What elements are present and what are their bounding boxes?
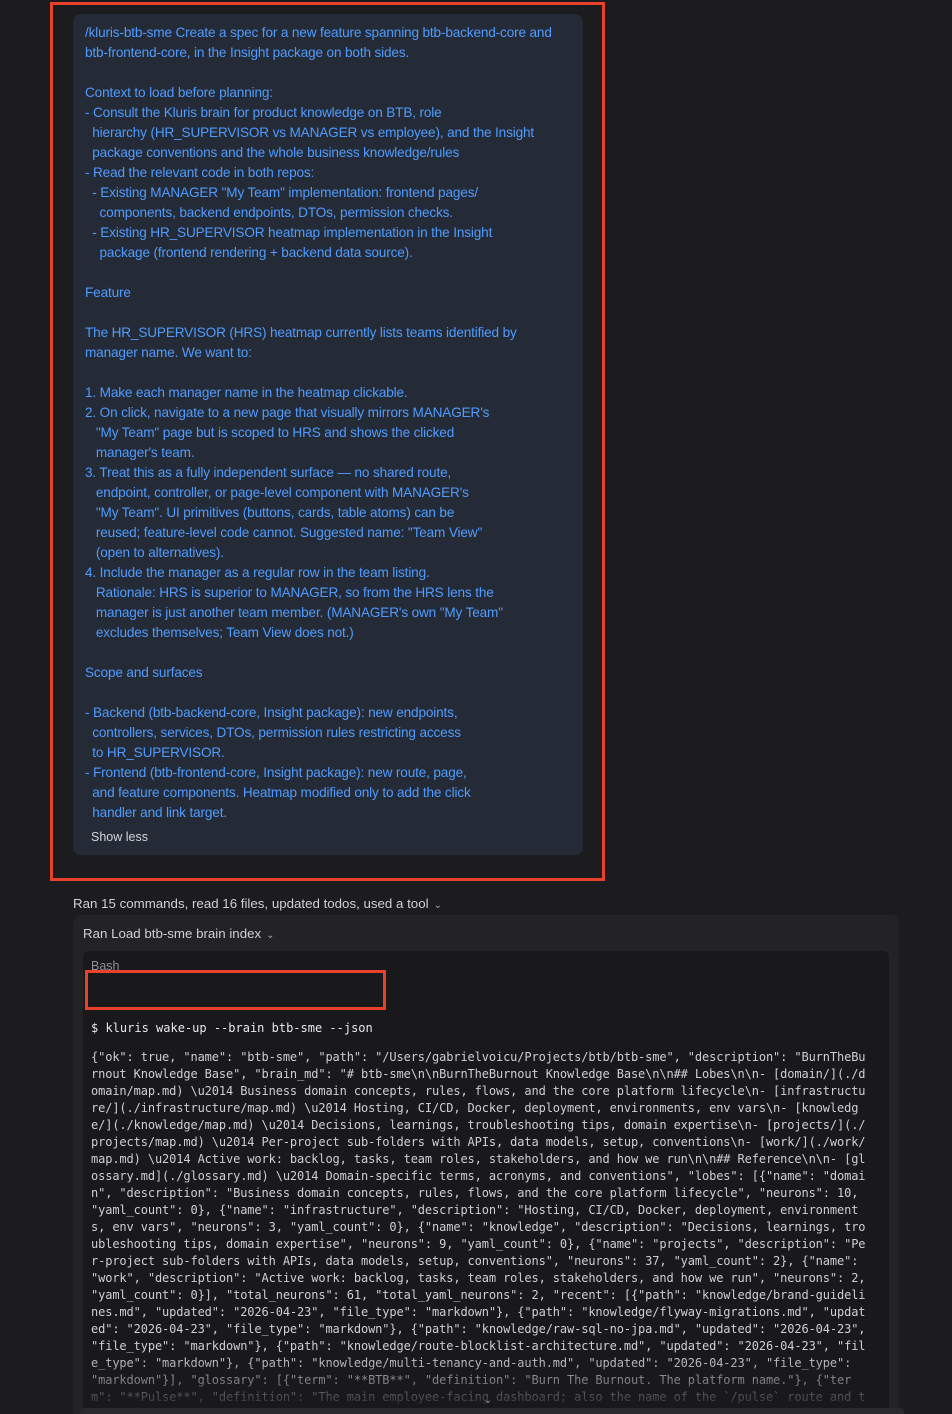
output-line: nes.md", "updated": "2026-04-23", "file_… [91,1305,866,1319]
activity-summary-label: Ran 15 commands, read 16 files, updated … [73,896,429,911]
message-line: manager name. We want to: [85,345,252,360]
message-line [85,63,571,83]
message-line: - Consult the Kluris brain for product k… [85,105,442,120]
output-line: r-project sub-folders with APIs, data mo… [91,1254,859,1268]
message-line: - Existing HR_SUPERVISOR heatmap impleme… [85,225,493,240]
tool-call-toggle[interactable]: Ran Load btb-sme brain index ⌄ [83,925,275,945]
message-line: 1. Make each manager name in the heatmap… [85,385,408,400]
message-line: "My Team". UI primitives (buttons, cards… [85,505,455,520]
output-line: "yaml_count": 0}], "total_neurons": 61, … [91,1288,866,1302]
expand-output-chevron-icon[interactable]: ⌄ [481,1394,495,1408]
message-line: Context to load before planning: [85,85,273,100]
message-line: 3. Treat this as a fully independent sur… [85,465,452,480]
message-line: "My Team" page but is scoped to HRS and … [85,425,455,440]
output-line: s, env vars", "neurons": 3, "yaml_count"… [91,1220,866,1234]
message-line: Feature [85,285,131,300]
tool-call-title: Ran Load btb-sme brain index [83,926,262,941]
activity-summary-toggle[interactable]: Ran 15 commands, read 16 files, updated … [73,895,442,915]
output-line: ossary.md](./glossary.md) \u2014 Domain-… [91,1169,866,1183]
highlight-box-command [85,970,386,1010]
output-line: ubleshooting tips, domain expertise", "n… [91,1237,866,1251]
chevron-down-icon: ⌄ [266,930,275,941]
message-line: hierarchy (HR_SUPERVISOR vs MANAGER vs e… [85,125,535,140]
output-line: omain/map.md) \u2014 Business domain con… [91,1084,866,1098]
message-line: - Existing MANAGER "My Team" implementat… [85,185,478,200]
message-line: Scope and surfaces [85,665,203,680]
message-line: controllers, services, DTOs, permission … [85,725,461,740]
output-line: re/](./infrastructure/map.md) \u2014 Hos… [91,1101,859,1115]
output-line: e/](./knowledge/map.md) \u2014 Decisions… [91,1118,866,1132]
message-line: to HR_SUPERVISOR. [85,745,225,760]
output-line: projects/map.md) \u2014 Per-project sub-… [91,1135,866,1149]
message-line: manager's team. [85,445,195,460]
composer-edge [80,1408,904,1414]
bash-output-panel[interactable]: Bash $ kluris wake-up --brain btb-sme --… [83,951,889,1414]
message-line: components, backend endpoints, DTOs, per… [85,205,454,220]
output-line: ed": "2026-04-23", "file_type": "markdow… [91,1322,866,1336]
output-line: "yaml_count": 0}, {"name": "infrastructu… [91,1203,859,1217]
message-line: manager is just another team member. (MA… [85,605,503,620]
show-less-button[interactable]: Show less [91,829,148,845]
message-line: endpoint, controller, or page-level comp… [85,485,469,500]
message-line: - Backend (btb-backend-core, Insight pac… [85,705,458,720]
message-line: Rationale: HRS is superior to MANAGER, s… [85,585,494,600]
message-line: - Read the relevant code in both repos: [85,165,315,180]
output-line: rnout Knowledge Base", "brain_md": "# bt… [91,1067,866,1081]
output-line: n", "description": "Business domain conc… [91,1186,859,1200]
message-line: 2. On click, navigate to a new page that… [85,405,490,420]
output-line: map.md) \u2014 Active work: backlog, tas… [91,1152,866,1166]
message-line [85,683,571,703]
message-line: (open to alternatives). [85,545,224,560]
message-line: reused; feature-level code cannot. Sugge… [85,525,483,540]
message-line: btb-frontend-core, in the Insight packag… [85,45,410,60]
message-line: package (frontend rendering + backend da… [85,245,413,260]
message-line [85,643,571,663]
message-line: The HR_SUPERVISOR (HRS) heatmap currentl… [85,325,517,340]
chevron-down-icon: ⌄ [433,900,442,911]
message-line: package conventions and the whole busine… [85,145,460,160]
message-line: - Frontend (btb-frontend-core, Insight p… [85,765,467,780]
message-line: /kluris-btb-sme Create a spec for a new … [85,25,552,40]
bash-command: $ kluris wake-up --brain btb-sme --json [91,1021,373,1035]
message-line: handler and link target. [85,805,227,820]
output-line: {"ok": true, "name": "btb-sme", "path": … [91,1050,866,1064]
output-line: "file_type": "markdown"}, {"path": "know… [91,1339,866,1353]
message-text: /kluris-btb-sme Create a spec for a new … [85,23,571,823]
message-line [85,363,571,383]
message-line [85,263,571,283]
message-line: excludes themselves; Team View does not.… [85,625,354,640]
message-line: 4. Include the manager as a regular row … [85,565,430,580]
message-line [85,303,571,323]
user-message-card: /kluris-btb-sme Create a spec for a new … [73,14,583,855]
output-line: "work", "description": "Active work: bac… [91,1271,866,1285]
message-line: and feature components. Heatmap modified… [85,785,471,800]
